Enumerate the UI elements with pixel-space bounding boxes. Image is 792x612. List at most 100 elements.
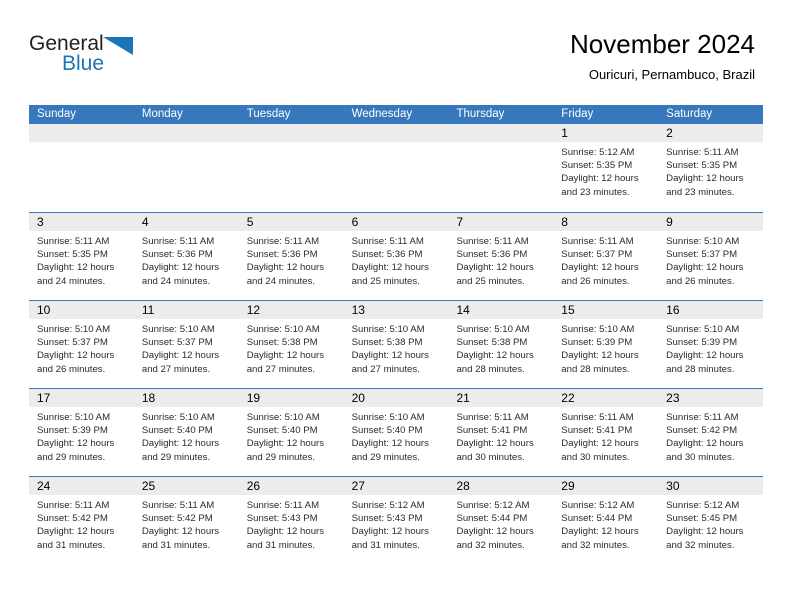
day-cell[interactable]: 16 Sunrise: 5:10 AM Sunset: 5:39 PM Dayligh… bbox=[658, 301, 764, 388]
day-details: Sunrise: 5:12 AM Sunset: 5:35 PM Daylight:… bbox=[553, 142, 658, 199]
day-cell[interactable]: 27 Sunrise: 5:12 AM Sunset: 5:43 PM Dayligh… bbox=[343, 477, 449, 564]
sunrise-text: Sunrise: 5:10 AM bbox=[351, 324, 425, 335]
daylight-text: Daylight: 12 hours and 30 minutes. bbox=[456, 438, 534, 463]
day-details: Sunrise: 5:11 AM Sunset: 5:35 PM Daylight:… bbox=[29, 231, 134, 288]
sunset-text: Sunset: 5:38 PM bbox=[351, 337, 423, 349]
day-cell[interactable]: 14 Sunrise: 5:10 AM Sunset: 5:38 PM Dayligh… bbox=[448, 301, 554, 388]
daylight-text: Daylight: 12 hours and 32 minutes. bbox=[456, 526, 534, 551]
day-cell[interactable]: 12 Sunrise: 5:10 AM Sunset: 5:38 PM Dayligh… bbox=[238, 301, 344, 388]
day-cell[interactable]: 18 Sunrise: 5:10 AM Sunset: 5:40 PM Dayligh… bbox=[133, 389, 239, 476]
day-date-band: 25 bbox=[133, 477, 239, 495]
sunrise-text: Sunrise: 5:10 AM bbox=[666, 324, 740, 335]
day-cell[interactable]: 3 Sunrise: 5:11 AM Sunset: 5:35 PM Daylight… bbox=[29, 213, 134, 300]
day-cell[interactable]: 23 Sunrise: 5:11 AM Sunset: 5:42 PM Dayligh… bbox=[658, 389, 764, 476]
daylight-text: Daylight: 12 hours and 31 minutes. bbox=[351, 526, 429, 551]
day-details: Sunrise: 5:11 AM Sunset: 5:37 PM Daylight:… bbox=[553, 231, 658, 288]
day-cell[interactable]: 30 Sunrise: 5:12 AM Sunset: 5:45 PM Dayligh… bbox=[658, 477, 764, 564]
day-cell[interactable]: 29 Sunrise: 5:12 AM Sunset: 5:44 PM Dayligh… bbox=[553, 477, 659, 564]
day-cell[interactable]: 9 Sunrise: 5:10 AM Sunset: 5:37 PM Daylight… bbox=[658, 213, 764, 300]
page-header: General Blue November 2024 Ouricuri, Per… bbox=[0, 0, 792, 100]
day-details: Sunrise: 5:10 AM Sunset: 5:40 PM Daylight:… bbox=[134, 407, 239, 464]
daylight-text: Daylight: 12 hours and 26 minutes. bbox=[37, 350, 115, 375]
day-cell[interactable]: 20 Sunrise: 5:10 AM Sunset: 5:40 PM Dayligh… bbox=[343, 389, 449, 476]
day-date-band bbox=[29, 124, 134, 142]
sunrise-text: Sunrise: 5:10 AM bbox=[246, 412, 320, 423]
day-cell[interactable]: 13 Sunrise: 5:10 AM Sunset: 5:38 PM Dayligh… bbox=[343, 301, 449, 388]
day-number: 2 bbox=[666, 126, 673, 140]
sunset-text: Sunset: 5:42 PM bbox=[141, 513, 213, 525]
sunrise-text: Sunrise: 5:11 AM bbox=[456, 412, 529, 423]
day-cell[interactable]: 28 Sunrise: 5:12 AM Sunset: 5:44 PM Dayligh… bbox=[448, 477, 554, 564]
day-date-band: 22 bbox=[553, 389, 659, 407]
day-details: Sunrise: 5:11 AM Sunset: 5:36 PM Daylight:… bbox=[344, 231, 449, 288]
day-cell[interactable]: 17 Sunrise: 5:10 AM Sunset: 5:39 PM Dayligh… bbox=[29, 389, 134, 476]
day-cell[interactable]: 11 Sunrise: 5:10 AM Sunset: 5:37 PM Dayligh… bbox=[133, 301, 239, 388]
daylight-text: Daylight: 12 hours and 31 minutes. bbox=[246, 526, 325, 551]
day-cell[interactable]: 22 Sunrise: 5:11 AM Sunset: 5:41 PM Dayligh… bbox=[553, 389, 659, 476]
weekday-header-tuesday: Tuesday bbox=[246, 108, 291, 120]
general-blue-logo[interactable]: General Blue bbox=[29, 33, 179, 79]
sunset-text: Sunset: 5:37 PM bbox=[666, 249, 738, 261]
day-number: 3 bbox=[37, 215, 44, 229]
weekday-header-monday: Monday bbox=[141, 108, 183, 120]
day-date-band: 27 bbox=[343, 477, 449, 495]
day-details: Sunrise: 5:10 AM Sunset: 5:38 PM Daylight:… bbox=[344, 319, 449, 376]
day-cell[interactable]: 5 Sunrise: 5:11 AM Sunset: 5:36 PM Daylight… bbox=[238, 213, 344, 300]
day-date-band bbox=[343, 124, 449, 142]
daylight-text: Daylight: 12 hours and 28 minutes. bbox=[561, 350, 639, 375]
day-cell[interactable]: 1 Sunrise: 5:12 AM Sunset: 5:35 PM Daylight… bbox=[553, 124, 659, 212]
day-details: Sunrise: 5:10 AM Sunset: 5:39 PM Daylight:… bbox=[658, 319, 763, 376]
calendar-week-row: 3 Sunrise: 5:11 AM Sunset: 5:35 PM Daylight… bbox=[29, 212, 764, 300]
day-cell[interactable]: 6 Sunrise: 5:11 AM Sunset: 5:36 PM Daylight… bbox=[343, 213, 449, 300]
day-date-band: 2 bbox=[658, 124, 764, 142]
day-date-band: 29 bbox=[553, 477, 659, 495]
day-cell[interactable]: 24 Sunrise: 5:11 AM Sunset: 5:42 PM Dayligh… bbox=[29, 477, 134, 564]
sunset-text: Sunset: 5:37 PM bbox=[37, 337, 108, 349]
sunset-text: Sunset: 5:38 PM bbox=[246, 337, 318, 349]
day-cell[interactable]: 21 Sunrise: 5:11 AM Sunset: 5:41 PM Dayligh… bbox=[448, 389, 554, 476]
day-number: 12 bbox=[246, 303, 261, 317]
sunrise-text: Sunrise: 5:11 AM bbox=[666, 412, 739, 423]
sunrise-text: Sunrise: 5:11 AM bbox=[666, 147, 739, 158]
sunrise-text: Sunrise: 5:12 AM bbox=[351, 500, 425, 511]
day-date-band: 9 bbox=[658, 213, 764, 231]
logo-text-blue: Blue bbox=[62, 52, 105, 75]
daylight-text: Daylight: 12 hours and 31 minutes. bbox=[37, 526, 115, 551]
day-number: 21 bbox=[456, 391, 470, 405]
sunset-text: Sunset: 5:42 PM bbox=[666, 425, 738, 437]
day-number: 9 bbox=[666, 215, 673, 229]
day-date-band: 14 bbox=[448, 301, 554, 319]
day-details: Sunrise: 5:10 AM Sunset: 5:38 PM Daylight:… bbox=[239, 319, 344, 376]
weekday-header-thursday: Thursday bbox=[456, 108, 505, 120]
day-details: Sunrise: 5:12 AM Sunset: 5:44 PM Daylight:… bbox=[448, 495, 553, 552]
weekday-header-saturday: Saturday bbox=[666, 108, 713, 120]
calendar-week-row: 1 Sunrise: 5:12 AM Sunset: 5:35 PM Daylight… bbox=[29, 124, 764, 212]
day-number: 22 bbox=[561, 391, 575, 405]
day-cell[interactable]: 4 Sunrise: 5:11 AM Sunset: 5:36 PM Daylight… bbox=[133, 213, 239, 300]
day-date-band: 21 bbox=[448, 389, 554, 407]
day-cell[interactable]: 15 Sunrise: 5:10 AM Sunset: 5:39 PM Dayligh… bbox=[553, 301, 659, 388]
day-details: Sunrise: 5:12 AM Sunset: 5:44 PM Daylight:… bbox=[553, 495, 658, 552]
weekday-header-friday: Friday bbox=[561, 108, 594, 120]
day-date-band: 17 bbox=[29, 389, 134, 407]
day-cell[interactable]: 8 Sunrise: 5:11 AM Sunset: 5:37 PM Daylight… bbox=[553, 213, 659, 300]
daylight-text: Daylight: 12 hours and 31 minutes. bbox=[141, 526, 220, 551]
day-cell-empty bbox=[448, 124, 554, 212]
day-cell[interactable]: 2 Sunrise: 5:11 AM Sunset: 5:35 PM Daylight… bbox=[658, 124, 764, 212]
sunset-text: Sunset: 5:36 PM bbox=[246, 249, 318, 261]
calendar-week-row: 17 Sunrise: 5:10 AM Sunset: 5:39 PM Dayligh… bbox=[29, 388, 764, 476]
sunset-text: Sunset: 5:43 PM bbox=[246, 513, 318, 525]
sunset-text: Sunset: 5:45 PM bbox=[666, 513, 738, 525]
day-cell[interactable]: 26 Sunrise: 5:11 AM Sunset: 5:43 PM Dayligh… bbox=[238, 477, 344, 564]
day-cell[interactable]: 19 Sunrise: 5:10 AM Sunset: 5:40 PM Dayligh… bbox=[238, 389, 344, 476]
day-number: 19 bbox=[246, 391, 261, 405]
day-cell[interactable]: 25 Sunrise: 5:11 AM Sunset: 5:42 PM Dayligh… bbox=[133, 477, 239, 564]
sunrise-text: Sunrise: 5:10 AM bbox=[351, 412, 425, 423]
daylight-text: Daylight: 12 hours and 29 minutes. bbox=[351, 438, 429, 463]
sunrise-text: Sunrise: 5:11 AM bbox=[37, 236, 110, 247]
day-cell[interactable]: 7 Sunrise: 5:11 AM Sunset: 5:36 PM Daylight… bbox=[448, 213, 554, 300]
sunrise-text: Sunrise: 5:10 AM bbox=[37, 324, 111, 335]
title-block: November 2024 Ouricuri, Pernambuco, Braz… bbox=[570, 28, 755, 83]
day-date-band: 18 bbox=[133, 389, 239, 407]
day-cell[interactable]: 10 Sunrise: 5:10 AM Sunset: 5:37 PM Dayligh… bbox=[29, 301, 134, 388]
